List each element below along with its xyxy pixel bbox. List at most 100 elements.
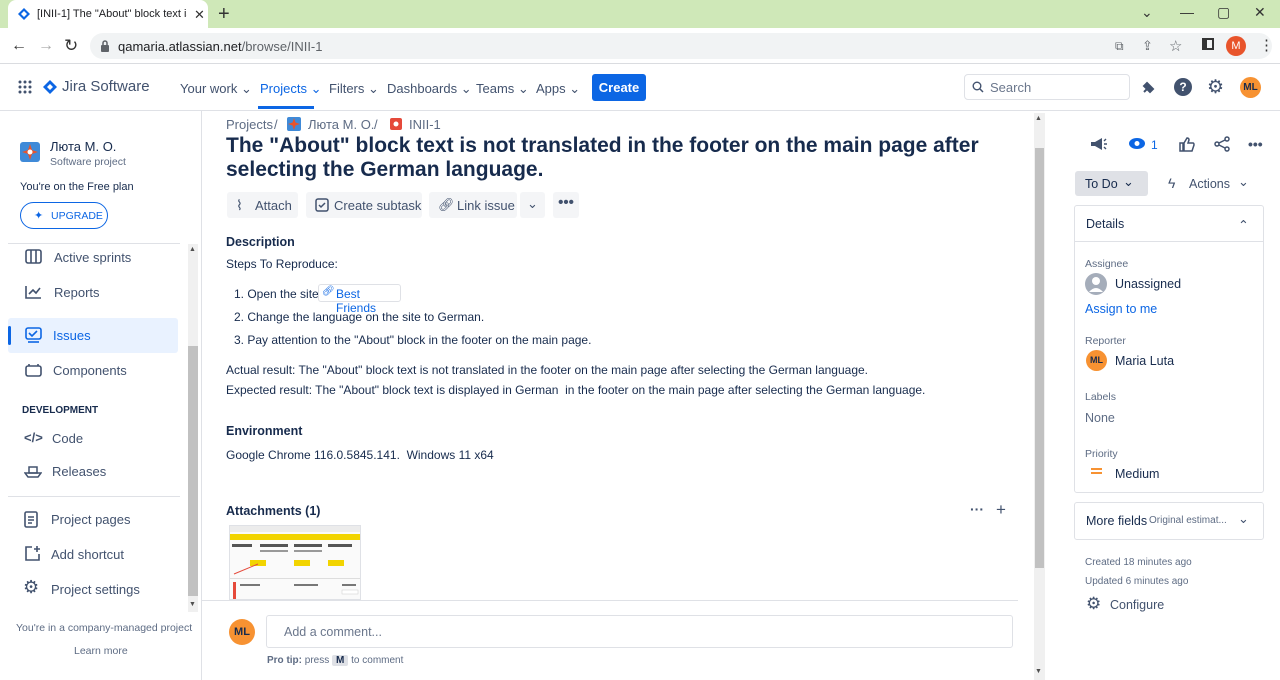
sidebar-item-releases[interactable]: Releases bbox=[8, 458, 178, 486]
app-switcher-icon[interactable] bbox=[18, 80, 32, 94]
share-icon[interactable]: ⇪ bbox=[1142, 38, 1153, 54]
back-icon[interactable]: ← bbox=[11, 37, 27, 55]
sidebar-item-project-settings[interactable]: ⚙ Project settings bbox=[8, 576, 178, 604]
nav-label: Projects bbox=[260, 81, 307, 96]
breadcrumb-project[interactable]: Люта М. О. bbox=[308, 117, 374, 132]
priority-value[interactable]: Medium bbox=[1115, 467, 1159, 481]
jira-brand[interactable]: Jira Software bbox=[62, 78, 150, 95]
minimize-icon[interactable]: — bbox=[1180, 4, 1194, 20]
sidebar-item-code[interactable]: </> Code bbox=[8, 425, 178, 453]
sidebar-item-add-shortcut[interactable]: Add shortcut bbox=[8, 541, 178, 569]
sidebar-item-issues[interactable]: Issues bbox=[8, 318, 178, 353]
scroll-up-icon[interactable]: ▲ bbox=[189, 246, 196, 253]
pro-tip-label: Pro tip: bbox=[267, 655, 302, 666]
scrollbar-thumb[interactable] bbox=[1035, 148, 1044, 568]
create-subtask-button[interactable]: Create subtask bbox=[306, 192, 422, 218]
button-label: Create subtask bbox=[334, 198, 422, 213]
project-breadcrumb-icon bbox=[287, 117, 301, 131]
sidebar-item-label: Components bbox=[53, 363, 127, 378]
unassigned-avatar-icon bbox=[1085, 273, 1107, 295]
updated-time: Updated 6 minutes ago bbox=[1085, 576, 1189, 587]
browser-profile-avatar[interactable]: M bbox=[1226, 36, 1246, 56]
url-text[interactable]: qamaria.atlassian.net/browse/INII-1 bbox=[118, 39, 323, 54]
reporter-label: Reporter bbox=[1085, 335, 1126, 347]
actual-result: Actual result: The "About" block text is… bbox=[226, 363, 869, 377]
nav-apps[interactable]: Apps ⌄ bbox=[536, 81, 580, 97]
more-fields-panel[interactable]: More fields Original estimat... ⌄ bbox=[1074, 502, 1264, 540]
create-button[interactable]: Create bbox=[592, 74, 646, 101]
reporter-avatar: ML bbox=[1086, 350, 1107, 371]
sidebar-item-components[interactable]: Components bbox=[8, 357, 178, 387]
watch-eye-icon[interactable] bbox=[1128, 137, 1146, 150]
best-friends-link[interactable]: 🔗︎ Best Friends bbox=[318, 284, 401, 315]
environment-value: Google Chrome 116.0.5845.141. Windows 11… bbox=[226, 448, 494, 462]
attachments-more-icon[interactable]: ··· bbox=[970, 501, 984, 517]
help-icon[interactable]: ? bbox=[1174, 78, 1192, 96]
details-header[interactable]: Details ⌄ bbox=[1075, 206, 1263, 242]
translate-icon[interactable]: ⧉ bbox=[1115, 39, 1124, 54]
forward-icon[interactable]: → bbox=[38, 37, 54, 55]
nav-dashboards[interactable]: Dashboards ⌄ bbox=[387, 81, 472, 97]
close-tab-icon[interactable]: ✕ bbox=[194, 7, 205, 23]
feedback-megaphone-icon[interactable] bbox=[1089, 136, 1107, 152]
sidebar-item-reports[interactable]: Reports bbox=[8, 279, 178, 309]
link-issue-button[interactable]: 🔗︎ Link issue bbox=[429, 192, 517, 218]
side-panel-icon[interactable] bbox=[1202, 38, 1214, 50]
project-avatar-icon[interactable] bbox=[20, 142, 40, 162]
reporter-value[interactable]: Maria Luta bbox=[1115, 354, 1174, 368]
notifications-icon[interactable] bbox=[1141, 79, 1157, 95]
nav-teams[interactable]: Teams ⌄ bbox=[476, 81, 529, 97]
scroll-down-icon[interactable]: ▼ bbox=[1035, 668, 1042, 675]
bookmark-star-icon[interactable]: ☆ bbox=[1169, 37, 1182, 55]
close-window-icon[interactable]: ✕ bbox=[1254, 4, 1266, 21]
breadcrumb-issue-key[interactable]: INII-1 bbox=[409, 117, 441, 132]
selected-indicator bbox=[8, 326, 11, 345]
attachment-thumbnail[interactable] bbox=[229, 525, 361, 600]
attach-button[interactable]: ⌇ Attach bbox=[227, 192, 298, 218]
configure-label: Configure bbox=[1110, 598, 1165, 612]
priority-medium-icon bbox=[1091, 468, 1102, 470]
thumbs-up-icon[interactable] bbox=[1179, 137, 1195, 152]
jira-logo-icon[interactable] bbox=[43, 80, 57, 94]
scrollbar-thumb[interactable] bbox=[188, 346, 198, 596]
created-time: Created 18 minutes ago bbox=[1085, 557, 1192, 568]
assignee-value[interactable]: Unassigned bbox=[1115, 277, 1181, 291]
user-avatar[interactable]: ML bbox=[1240, 77, 1261, 98]
maximize-icon[interactable]: ▢ bbox=[1217, 4, 1230, 21]
settings-gear-icon[interactable]: ⚙ bbox=[1207, 76, 1224, 99]
lock-icon[interactable] bbox=[100, 40, 110, 52]
assign-to-me-link[interactable]: Assign to me bbox=[1085, 302, 1157, 316]
browser-menu-icon[interactable]: ⋮ bbox=[1259, 36, 1274, 54]
issue-title[interactable]: The "About" block text is not translated… bbox=[226, 134, 1016, 182]
main-scrollbar[interactable] bbox=[1034, 113, 1045, 680]
new-tab-icon[interactable]: + bbox=[218, 3, 230, 26]
scroll-down-icon[interactable]: ▼ bbox=[189, 601, 196, 608]
project-type: Software project bbox=[50, 156, 126, 168]
more-actions-dropdown[interactable]: ⌄ bbox=[520, 192, 545, 218]
nav-your-work[interactable]: Your work ⌄ bbox=[180, 81, 252, 97]
browser-tab[interactable]: [INII-1] The "About" block text is ✕ bbox=[8, 0, 208, 28]
search-input[interactable] bbox=[964, 74, 1130, 100]
add-attachment-icon[interactable]: + bbox=[996, 500, 1006, 520]
tab-search-icon[interactable]: ⌄ bbox=[1141, 4, 1153, 21]
sidebar-item-project-pages[interactable]: Project pages bbox=[8, 506, 178, 534]
project-name[interactable]: Люта М. О. bbox=[50, 139, 116, 154]
more-options-button[interactable]: ••• bbox=[553, 192, 579, 218]
upgrade-button[interactable]: ✦ UPGRADE bbox=[20, 202, 108, 229]
nav-projects[interactable]: Projects ⌄ bbox=[260, 81, 321, 97]
nav-filters[interactable]: Filters ⌄ bbox=[329, 81, 379, 97]
configure-button[interactable]: ⚙ Configure bbox=[1086, 594, 1176, 616]
reload-icon[interactable]: ↻ bbox=[64, 36, 78, 56]
add-comment-input[interactable]: Add a comment... bbox=[266, 615, 1013, 648]
labels-value[interactable]: None bbox=[1085, 411, 1115, 425]
sidebar-item-active-sprints[interactable]: Active sprints bbox=[8, 244, 178, 274]
breadcrumb-projects[interactable]: Projects bbox=[226, 117, 273, 132]
more-icon[interactable]: ••• bbox=[1248, 136, 1263, 152]
learn-more-link[interactable]: Learn more bbox=[74, 645, 128, 657]
sidebar-scrollbar[interactable] bbox=[188, 244, 198, 612]
share-network-icon[interactable] bbox=[1214, 136, 1230, 152]
sidebar-item-label: Reports bbox=[54, 285, 100, 300]
scroll-up-icon[interactable]: ▲ bbox=[1035, 115, 1042, 122]
status-dropdown[interactable]: To Do ⌄ bbox=[1075, 171, 1148, 196]
actions-dropdown[interactable]: ϟ Actions ⌄ bbox=[1166, 171, 1250, 196]
